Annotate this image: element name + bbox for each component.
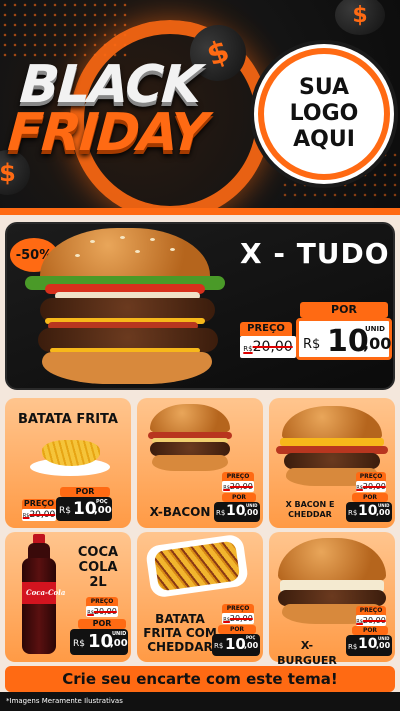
title-friday: FRIDAY bbox=[5, 103, 209, 163]
cta-banner[interactable]: Crie seu encarte com este tema! bbox=[5, 666, 395, 692]
logo-text: SUA bbox=[298, 75, 350, 100]
new-price: R$ 10 ,00 UNID bbox=[296, 318, 392, 360]
price-label: PREÇO bbox=[356, 606, 386, 615]
new-price: R$ 10 ,00 UNID bbox=[70, 629, 128, 655]
price-label: PREÇO bbox=[240, 322, 292, 336]
logo-text: LOGO bbox=[289, 101, 359, 126]
por-label: POR bbox=[352, 626, 388, 635]
por-label: POR bbox=[218, 625, 256, 634]
old-price: R$20,00 bbox=[222, 481, 254, 492]
old-price: R$20,00 bbox=[240, 336, 296, 358]
new-price: R$ 10 ,00 POÇ bbox=[212, 634, 260, 656]
product-name: X BACON E CHEDDAR bbox=[285, 500, 335, 519]
product-name: X-BURGUER bbox=[277, 639, 337, 667]
price-label: PREÇO bbox=[22, 499, 56, 509]
price-label: PREÇO bbox=[86, 597, 118, 606]
por-label: POR bbox=[222, 493, 256, 502]
old-price: R$20,00 bbox=[22, 509, 56, 521]
por-label: POR bbox=[300, 302, 388, 318]
old-price: R$20,00 bbox=[86, 606, 118, 617]
new-price: R$ 10 ,00 UNID bbox=[214, 502, 260, 522]
new-price: R$ 10 ,00 UNID bbox=[346, 502, 392, 522]
featured-name: X - TUDO bbox=[240, 237, 390, 270]
por-label: POR bbox=[60, 487, 110, 497]
por-label: POR bbox=[352, 493, 388, 502]
logo-placeholder: SUA LOGO AQUI bbox=[258, 48, 390, 180]
coin-icon: $ bbox=[335, 0, 385, 35]
price-label: PREÇO bbox=[222, 472, 254, 481]
por-label: POR bbox=[78, 619, 126, 629]
disclaimer: *Imagens Meramente Ilustrativas bbox=[6, 697, 123, 705]
price-label: PREÇO bbox=[356, 472, 386, 481]
new-price: R$ 10 ,00 UNID bbox=[346, 635, 392, 656]
product-name: COCA COLA 2L bbox=[77, 545, 119, 590]
product-name: BATATA FRITA COM CHEDDAR bbox=[143, 612, 217, 654]
product-name: X-BACON bbox=[149, 505, 211, 519]
price-label: PREÇO bbox=[222, 604, 254, 613]
new-price: R$ 10 ,00 POÇ bbox=[56, 497, 112, 521]
header-banner: $ $ $ BLACK FRIDAY SUA LOGO AQUI bbox=[0, 0, 400, 215]
old-price: R$20,00 bbox=[356, 481, 386, 492]
old-price: R$20,00 bbox=[356, 615, 386, 626]
old-price: R$20,00 bbox=[222, 613, 254, 624]
logo-text: AQUI bbox=[293, 127, 355, 152]
product-name: BATATA FRITA bbox=[18, 412, 118, 427]
